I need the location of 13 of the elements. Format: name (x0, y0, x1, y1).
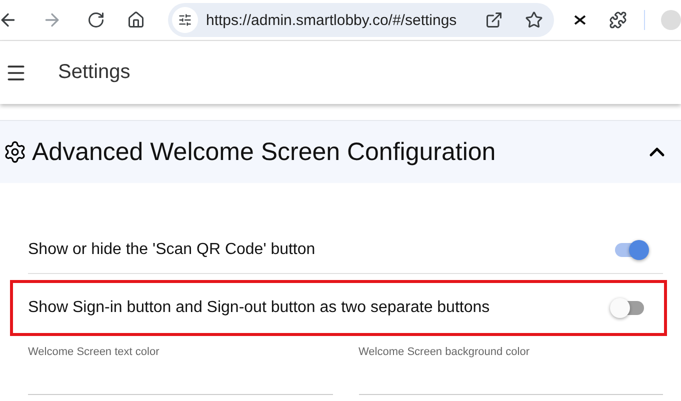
toggle-label: Show or hide the 'Scan QR Code' button (28, 241, 316, 259)
toggle-label: Show Sign-in button and Sign-out button as two separate buttons (28, 299, 491, 317)
settings-icon (3, 140, 27, 164)
section-title: Advanced Welcome Screen Configuration (32, 138, 497, 166)
color-field[interactable]: Welcome Screen background color (358, 346, 663, 395)
url-text: https://admin.smartlobby.co/#/settings (206, 12, 458, 28)
page-title: Settings (58, 61, 130, 84)
address-bar[interactable]: https://admin.smartlobby.co/#/settings (168, 3, 554, 37)
site-info-button[interactable] (172, 7, 198, 33)
sliders-icon (178, 13, 192, 27)
toggle-switch[interactable] (613, 240, 649, 260)
color-field[interactable]: Welcome Screen text color (28, 346, 332, 395)
toggle-switch[interactable] (610, 298, 646, 318)
